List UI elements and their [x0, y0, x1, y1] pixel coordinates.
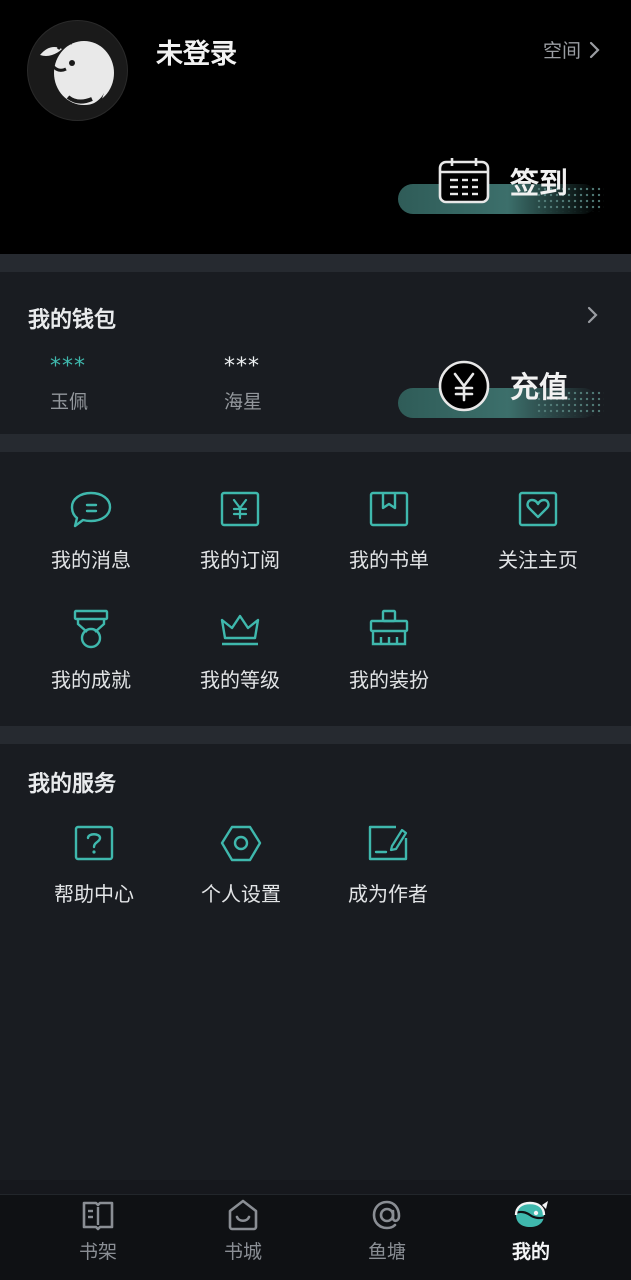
nav-label: 鱼塘: [367, 1241, 406, 1263]
fishpond-icon: [372, 1200, 401, 1230]
chevron-right-icon[interactable]: [587, 306, 599, 324]
balance-value: ***: [50, 354, 86, 379]
brush-icon: [369, 609, 409, 646]
feature-label: 我的消息: [51, 548, 131, 572]
section-divider: [0, 726, 631, 744]
wallet-title: 我的钱包: [28, 308, 117, 333]
bookshelf-icon: [82, 1201, 114, 1231]
whale-avatar-icon: [40, 41, 114, 109]
bookstore-icon: [228, 1199, 258, 1231]
recharge-label: 充值: [510, 370, 569, 404]
service-help[interactable]: 帮助中心: [19, 824, 169, 907]
balance-label: 玉佩: [50, 391, 89, 413]
feature-label: 我的等级: [200, 668, 280, 692]
medal-icon: [73, 609, 109, 649]
feature-follow[interactable]: 关注主页: [463, 490, 613, 573]
calendar-icon: [438, 158, 490, 204]
crown-icon: [220, 614, 260, 646]
feature-label: 我的订阅: [200, 548, 280, 572]
section-divider: [0, 254, 631, 272]
service-settings[interactable]: 个人设置: [166, 824, 316, 907]
help-icon: [74, 825, 114, 861]
services-title: 我的服务: [28, 772, 117, 797]
service-author[interactable]: 成为作者: [313, 824, 463, 907]
chevron-right-icon: [589, 41, 600, 58]
profile-header: 未登录 空间 签到: [0, 0, 631, 254]
nav-profile[interactable]: 我的: [481, 1197, 581, 1264]
username[interactable]: 未登录: [156, 32, 237, 71]
features-section: 我的消息 我的订阅 我的书单 关注主页 我的成就 我的等级 我的装扮: [0, 452, 631, 726]
service-label: 成为作者: [348, 882, 428, 906]
services-section: 我的服务 帮助中心 个人设置 成为作者: [0, 744, 631, 1180]
book-bookmark-icon: [369, 491, 409, 527]
feature-label: 我的成就: [51, 668, 131, 692]
checkin-label: 签到: [510, 166, 569, 200]
yen-subscription-icon: [220, 491, 260, 527]
service-label: 个人设置: [201, 882, 281, 906]
checkin-button[interactable]: 签到: [398, 146, 618, 214]
balance-starfish[interactable]: *** 海星: [224, 354, 262, 414]
feature-subscriptions[interactable]: 我的订阅: [165, 490, 315, 573]
nav-bookshelf[interactable]: 书架: [48, 1197, 148, 1264]
balance-label: 海星: [224, 391, 263, 413]
balance-value: ***: [224, 354, 260, 379]
feature-booklist[interactable]: 我的书单: [314, 490, 464, 573]
service-label: 帮助中心: [54, 882, 134, 906]
feature-label: 关注主页: [498, 548, 578, 572]
nav-fishpond[interactable]: 鱼塘: [337, 1197, 437, 1264]
avatar[interactable]: [27, 20, 128, 121]
balance-jade[interactable]: *** 玉佩: [50, 354, 88, 414]
settings-hex-icon: [220, 825, 262, 862]
space-link[interactable]: 空间: [543, 36, 601, 63]
bottom-nav: 书架 书城 鱼塘 我的: [0, 1194, 631, 1280]
feature-level[interactable]: 我的等级: [165, 608, 315, 693]
space-label: 空间: [542, 40, 581, 62]
heart-card-icon: [518, 491, 558, 527]
chat-bubble-icon: [70, 491, 112, 528]
section-divider: [0, 434, 631, 452]
nav-bookstore[interactable]: 书城: [193, 1197, 293, 1264]
feature-dressup[interactable]: 我的装扮: [314, 608, 464, 693]
wallet-section[interactable]: 我的钱包 *** 玉佩 *** 海星 充值: [0, 272, 631, 434]
nav-label: 书城: [223, 1241, 262, 1263]
feature-label: 我的装扮: [349, 668, 429, 692]
yen-coin-icon: [438, 360, 490, 412]
profile-page: 未登录 空间 签到 我的钱包 *** 玉佩 *** 海星 充值 我的消息 我的订…: [0, 0, 631, 1280]
profile-icon: [514, 1201, 548, 1227]
recharge-button[interactable]: 充值: [398, 350, 618, 418]
nav-label: 书架: [78, 1241, 117, 1263]
feature-messages[interactable]: 我的消息: [16, 490, 166, 573]
nav-label: 我的: [511, 1241, 550, 1263]
write-icon: [368, 825, 408, 861]
feature-label: 我的书单: [349, 548, 429, 572]
feature-achievements[interactable]: 我的成就: [16, 608, 166, 693]
